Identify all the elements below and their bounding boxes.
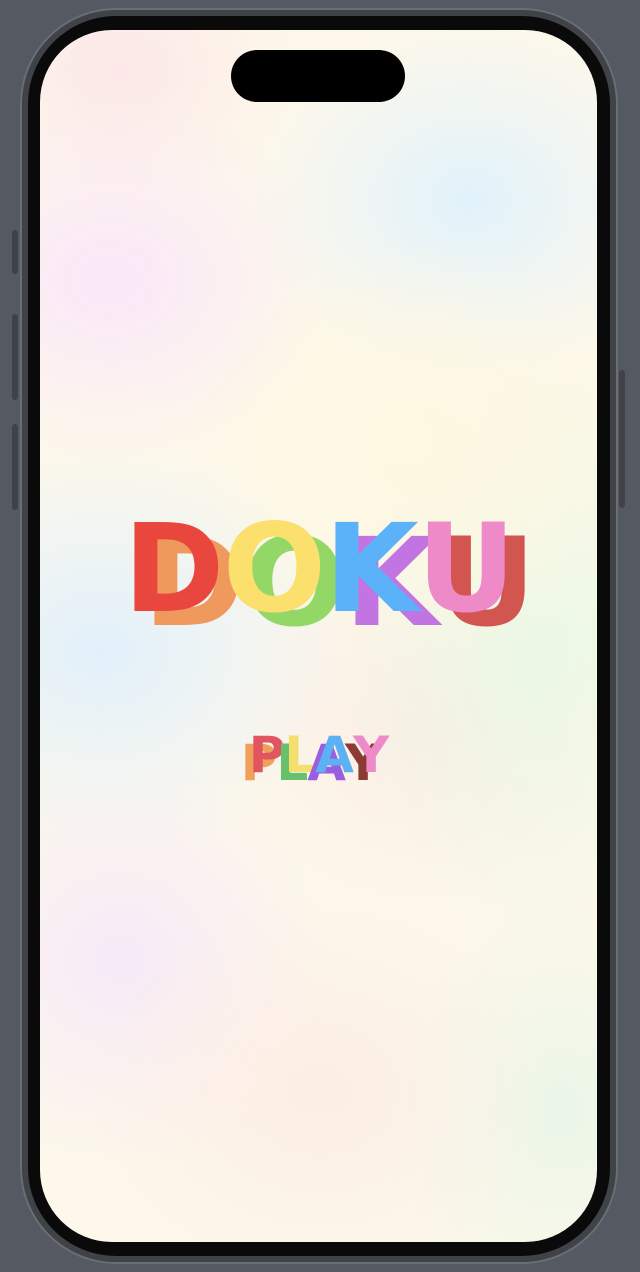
- play-letter-y: Y Y: [345, 726, 389, 800]
- volume-down-button: [12, 424, 18, 510]
- title-letter-u: U U: [416, 498, 536, 658]
- title-letter-k-face: K: [324, 498, 419, 640]
- title-letter-d-face: D: [123, 498, 224, 640]
- play-button[interactable]: P P L L A A Y Y: [40, 730, 597, 800]
- app-screen: D D O O K K U U P P L L A A Y Y: [40, 30, 597, 1242]
- play-letter-y-face: Y: [353, 726, 389, 784]
- power-button: [619, 370, 625, 508]
- game-title-logo: D D O O K K U U: [40, 508, 597, 658]
- title-letter-o-face: O: [222, 498, 326, 640]
- dynamic-island: [231, 50, 405, 102]
- action-button: [12, 230, 18, 274]
- title-letter-d: D D: [123, 498, 244, 658]
- title-letter-o: O O: [222, 498, 346, 658]
- title-letter-u-face: U: [416, 498, 516, 640]
- title-letter-k: K K: [324, 498, 439, 658]
- volume-up-button: [12, 314, 18, 400]
